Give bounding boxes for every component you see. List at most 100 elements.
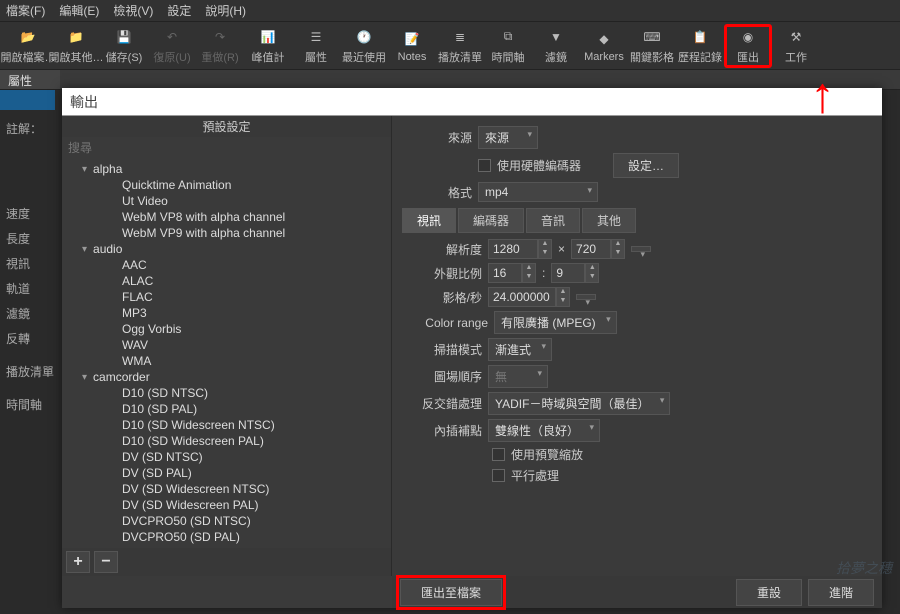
remove-preset-button[interactable]: − xyxy=(94,551,118,573)
fieldorder-combo[interactable]: 無 xyxy=(488,365,548,388)
preset-item[interactable]: DV (SD NTSC) xyxy=(62,449,391,465)
aspect-h-spin[interactable]: ▲▼ xyxy=(551,263,599,283)
preset-item[interactable]: DV (SD Widescreen NTSC) xyxy=(62,481,391,497)
toolbar-濾鏡[interactable]: ▼濾鏡 xyxy=(532,24,580,68)
deint-combo[interactable]: YADIF－時域與空間（最佳） xyxy=(488,392,670,415)
interp-label: 內插補點 xyxy=(412,422,482,439)
preset-item[interactable]: MP3 xyxy=(62,305,391,321)
note-label: 註解： xyxy=(0,116,62,141)
toolbar-工作[interactable]: ⚒工作 xyxy=(772,24,820,68)
menu-file[interactable]: 檔案(F) xyxy=(6,2,45,19)
toolbar-icon: 📋 xyxy=(693,27,708,47)
tab-video[interactable]: 視訊 xyxy=(402,208,456,233)
aspect-label: 外觀比例 xyxy=(412,265,482,282)
export-file-button[interactable]: 匯出至檔案 xyxy=(400,579,502,606)
colorrange-combo[interactable]: 有限廣播 (MPEG) xyxy=(494,311,617,334)
preset-item[interactable]: Quicktime Animation xyxy=(62,177,391,193)
preset-item[interactable]: D10 (SD Widescreen NTSC) xyxy=(62,417,391,433)
video-label: 視訊 xyxy=(0,251,62,276)
preset-item[interactable]: DV (SD Widescreen PAL) xyxy=(62,497,391,513)
toolbar-Markers[interactable]: ◆Markers xyxy=(580,24,628,68)
res-preset-combo[interactable] xyxy=(631,246,651,252)
toolbar-儲存(S)[interactable]: 💾儲存(S) xyxy=(100,24,148,68)
toolbar-播放清單[interactable]: ≣播放清單 xyxy=(436,24,484,68)
from-label: 來源 xyxy=(402,129,472,146)
toolbar-label: 關鍵影格 xyxy=(630,49,674,65)
res-height-spin[interactable]: ▲▼ xyxy=(571,239,625,259)
preset-category-alpha[interactable]: alpha xyxy=(62,161,391,177)
preset-category-audio[interactable]: audio xyxy=(62,241,391,257)
toolbar-歷程記錄[interactable]: 📋歷程記錄 xyxy=(676,24,724,68)
preset-category-camcorder[interactable]: camcorder xyxy=(62,369,391,385)
menu-settings[interactable]: 設定 xyxy=(167,2,191,19)
preset-item[interactable]: Ut Video xyxy=(62,193,391,209)
preset-item[interactable]: AAC xyxy=(62,257,391,273)
toolbar-最近使用[interactable]: 🕐最近使用 xyxy=(340,24,388,68)
preset-item[interactable]: DVCPRO50 (SD NTSC) xyxy=(62,513,391,529)
menu-view[interactable]: 檢視(V) xyxy=(113,2,153,19)
toolbar-重做(R)[interactable]: ↷重做(R) xyxy=(196,24,244,68)
toolbar-label: 屬性 xyxy=(305,49,327,65)
preview-scale-checkbox[interactable] xyxy=(492,448,505,461)
filter-label: 濾鏡 xyxy=(0,301,62,326)
fps-spin[interactable]: ▲▼ xyxy=(488,287,570,307)
preset-item[interactable]: DV (SD PAL) xyxy=(62,465,391,481)
hw-encoder-checkbox[interactable] xyxy=(478,159,491,172)
toolbar-icon: ↷ xyxy=(215,27,225,47)
right-strip xyxy=(882,90,900,610)
preset-item[interactable]: Ogg Vorbis xyxy=(62,321,391,337)
preview-scale-label: 使用預覽縮放 xyxy=(511,446,583,463)
settings-tabs: 視訊 編碼器 音訊 其他 xyxy=(402,208,872,233)
fps-preset-combo[interactable] xyxy=(576,294,596,300)
preset-item[interactable]: WMA xyxy=(62,353,391,369)
toolbar-開啟檔案…[interactable]: 📂開啟檔案… xyxy=(4,24,52,68)
preset-item[interactable]: WebM VP9 with alpha channel xyxy=(62,225,391,241)
toolbar-復原(U)[interactable]: ↶復原(U) xyxy=(148,24,196,68)
format-combo[interactable]: mp4 xyxy=(478,182,598,202)
track-label: 軌道 xyxy=(0,276,62,301)
res-width-spin[interactable]: ▲▼ xyxy=(488,239,552,259)
preset-item[interactable]: WAV xyxy=(62,337,391,353)
preset-item[interactable]: DVCPRO50 (SD PAL) xyxy=(62,529,391,545)
preset-tree[interactable]: alphaQuicktime AnimationUt VideoWebM VP8… xyxy=(62,159,391,548)
preset-item[interactable]: D10 (SD Widescreen PAL) xyxy=(62,433,391,449)
menu-help[interactable]: 說明(H) xyxy=(205,2,246,19)
from-combo[interactable]: 來源 xyxy=(478,126,538,149)
scan-combo[interactable]: 漸進式 xyxy=(488,338,552,361)
preset-footer: + − xyxy=(62,548,391,576)
preset-item[interactable]: WebM VP8 with alpha channel xyxy=(62,209,391,225)
toolbar-時間軸[interactable]: ⧉時間軸 xyxy=(484,24,532,68)
preset-item[interactable]: D10 (SD NTSC) xyxy=(62,385,391,401)
tab-audio[interactable]: 音訊 xyxy=(526,208,580,233)
aspect-sep: : xyxy=(542,266,545,280)
tab-codec[interactable]: 編碼器 xyxy=(458,208,524,233)
hw-settings-button[interactable]: 設定… xyxy=(613,153,679,178)
search-input[interactable] xyxy=(66,139,387,157)
preset-item[interactable]: FLAC xyxy=(62,289,391,305)
add-preset-button[interactable]: + xyxy=(66,551,90,573)
toolbar-峰值計[interactable]: 📊峰值計 xyxy=(244,24,292,68)
preset-item[interactable]: ALAC xyxy=(62,273,391,289)
toolbar-icon: ▼ xyxy=(550,27,562,47)
toolbar-icon: 🕐 xyxy=(357,27,372,47)
toolbar-開啟其他…[interactable]: 📁開啟其他… xyxy=(52,24,100,68)
toolbar-屬性[interactable]: ☰屬性 xyxy=(292,24,340,68)
toolbar-label: Notes xyxy=(398,51,427,63)
toolbar-Notes[interactable]: 📝Notes xyxy=(388,24,436,68)
toolbar-label: 時間軸 xyxy=(492,49,525,65)
aspect-w-spin[interactable]: ▲▼ xyxy=(488,263,536,283)
toolbar-icon: ◆ xyxy=(599,29,608,49)
preset-item[interactable]: D10 (SD PAL) xyxy=(62,401,391,417)
tab-other[interactable]: 其他 xyxy=(582,208,636,233)
reset-button[interactable]: 重設 xyxy=(736,579,802,606)
interp-combo[interactable]: 雙線性（良好） xyxy=(488,419,600,442)
toolbar-匯出[interactable]: ◉匯出 xyxy=(724,24,772,68)
export-dialog: 輸出 預設設定 alphaQuicktime AnimationUt Video… xyxy=(62,88,882,608)
toolbar-關鍵影格[interactable]: ⌨關鍵影格 xyxy=(628,24,676,68)
parallel-checkbox[interactable] xyxy=(492,469,505,482)
hw-encoder-label: 使用硬體編碼器 xyxy=(497,157,581,174)
menu-edit[interactable]: 編輯(E) xyxy=(59,2,99,19)
colorrange-label: Color range xyxy=(412,316,488,330)
preset-panel: 預設設定 alphaQuicktime AnimationUt VideoWeb… xyxy=(62,116,392,576)
advanced-button[interactable]: 進階 xyxy=(808,579,874,606)
